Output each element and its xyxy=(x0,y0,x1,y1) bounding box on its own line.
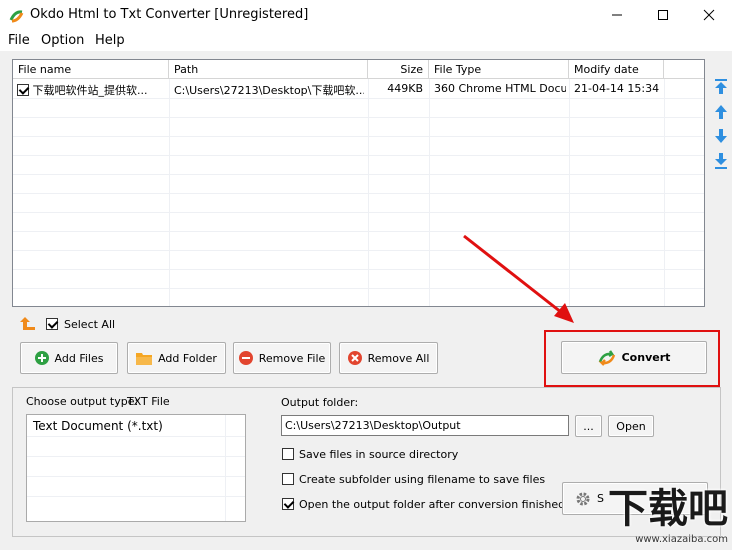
row-divider xyxy=(13,269,704,270)
gear-icon xyxy=(576,492,590,505)
move-top-icon[interactable] xyxy=(714,79,728,95)
add-icon xyxy=(34,351,49,365)
annotation-arrow-icon xyxy=(463,234,574,323)
close-icon xyxy=(703,9,715,21)
open-output-folder-label: Open the output folder after conversion … xyxy=(299,498,566,511)
add-folder-label: Add Folder xyxy=(158,351,217,365)
remove-all-label: Remove All xyxy=(367,351,430,365)
add-files-button[interactable]: Add Files xyxy=(20,342,118,374)
add-files-label: Add Files xyxy=(54,351,104,365)
maximize-button[interactable] xyxy=(640,0,686,30)
save-in-source-checkbox[interactable] xyxy=(282,448,294,460)
add-folder-button[interactable]: Add Folder xyxy=(127,342,226,374)
open-label: Open xyxy=(616,419,646,433)
cell-modify-date: 21-04-14 15:34 xyxy=(574,82,660,95)
output-folder-input[interactable]: C:\Users\27213\Desktop\Output xyxy=(281,415,569,436)
move-bottom-icon[interactable] xyxy=(714,153,728,169)
row-checkbox[interactable] xyxy=(17,84,29,96)
row-divider xyxy=(13,288,704,289)
output-type-value: TXT File xyxy=(127,395,170,408)
remove-file-button[interactable]: Remove File xyxy=(233,342,331,374)
file-name-text: 下载吧软件站_提供软... xyxy=(32,84,148,97)
menu-help[interactable]: Help xyxy=(95,33,125,48)
column-header-path[interactable]: Path xyxy=(169,60,368,79)
cell-file-type: 360 Chrome HTML Docu... xyxy=(434,82,566,95)
save-in-source-label: Save files in source directory xyxy=(299,448,459,461)
row-divider xyxy=(13,231,704,232)
row-divider xyxy=(13,155,704,156)
list-divider xyxy=(27,456,245,457)
select-all-checkbox[interactable] xyxy=(46,318,58,330)
row-divider xyxy=(13,98,704,99)
remove-all-icon xyxy=(347,351,362,365)
column-header-filler xyxy=(664,60,704,79)
watermark-brand: 下载吧 xyxy=(608,486,728,532)
window-title: Okdo Html to Txt Converter [Unregistered… xyxy=(30,7,309,22)
column-header-size[interactable]: Size xyxy=(368,60,429,79)
row-divider xyxy=(13,117,704,118)
browse-folder-button[interactable]: ... xyxy=(575,415,602,437)
output-type-list[interactable]: Text Document (*.txt) xyxy=(26,414,246,522)
output-type-label: Choose output type: xyxy=(26,395,139,408)
minimize-icon xyxy=(612,14,622,16)
list-divider xyxy=(27,476,245,477)
menu-bar: File Option Help xyxy=(0,30,732,51)
browse-label: ... xyxy=(583,419,594,433)
watermark-logo: 下载吧 www.xiazaiba.com xyxy=(598,484,732,550)
menu-option[interactable]: Option xyxy=(41,33,84,48)
list-divider xyxy=(27,436,245,437)
move-down-icon[interactable] xyxy=(714,128,728,144)
open-output-folder-checkbox[interactable] xyxy=(282,498,294,510)
row-divider xyxy=(13,193,704,194)
remove-all-button[interactable]: Remove All xyxy=(339,342,438,374)
cell-file-name: 下载吧软件站_提供软... xyxy=(17,79,167,98)
cell-path: C:\Users\27213\Desktop\下载吧软... xyxy=(174,84,364,97)
file-list-table[interactable]: File name Path Size File Type Modify dat… xyxy=(12,59,705,307)
column-header-modify-date[interactable]: Modify date xyxy=(569,60,664,79)
menu-file[interactable]: File xyxy=(8,33,30,48)
move-up-icon[interactable] xyxy=(714,104,728,120)
create-subfolder-label: Create subfolder using filename to save … xyxy=(299,473,546,486)
maximize-icon xyxy=(658,10,668,20)
remove-file-label: Remove File xyxy=(258,351,326,365)
row-divider xyxy=(13,136,704,137)
folder-icon xyxy=(136,353,153,365)
list-divider xyxy=(27,496,245,497)
output-type-option[interactable]: Text Document (*.txt) xyxy=(33,419,163,433)
close-button[interactable] xyxy=(686,0,732,30)
column-header-file-name[interactable]: File name xyxy=(13,60,169,79)
list-column-divider xyxy=(225,415,226,521)
row-divider xyxy=(13,174,704,175)
watermark-url: www.xiazaiba.com xyxy=(635,534,728,545)
minimize-button[interactable] xyxy=(594,0,640,30)
annotation-highlight-box xyxy=(544,330,720,387)
table-header: File name Path Size File Type Modify dat… xyxy=(13,60,704,79)
open-folder-button[interactable]: Open xyxy=(608,415,654,437)
table-body: 下载吧软件站_提供软... C:\Users\27213\Desktop\下载吧… xyxy=(13,79,704,306)
cell-size: 449KB xyxy=(387,82,423,95)
remove-icon xyxy=(238,351,253,365)
select-all-label: Select All xyxy=(64,318,116,331)
title-bar: Okdo Html to Txt Converter [Unregistered… xyxy=(0,0,732,30)
create-subfolder-checkbox[interactable] xyxy=(282,473,294,485)
app-logo-icon xyxy=(9,10,24,23)
row-divider xyxy=(13,212,704,213)
row-divider xyxy=(13,250,704,251)
column-header-file-type[interactable]: File Type xyxy=(429,60,569,79)
output-folder-label: Output folder: xyxy=(281,396,359,409)
up-folder-icon[interactable] xyxy=(19,316,37,331)
